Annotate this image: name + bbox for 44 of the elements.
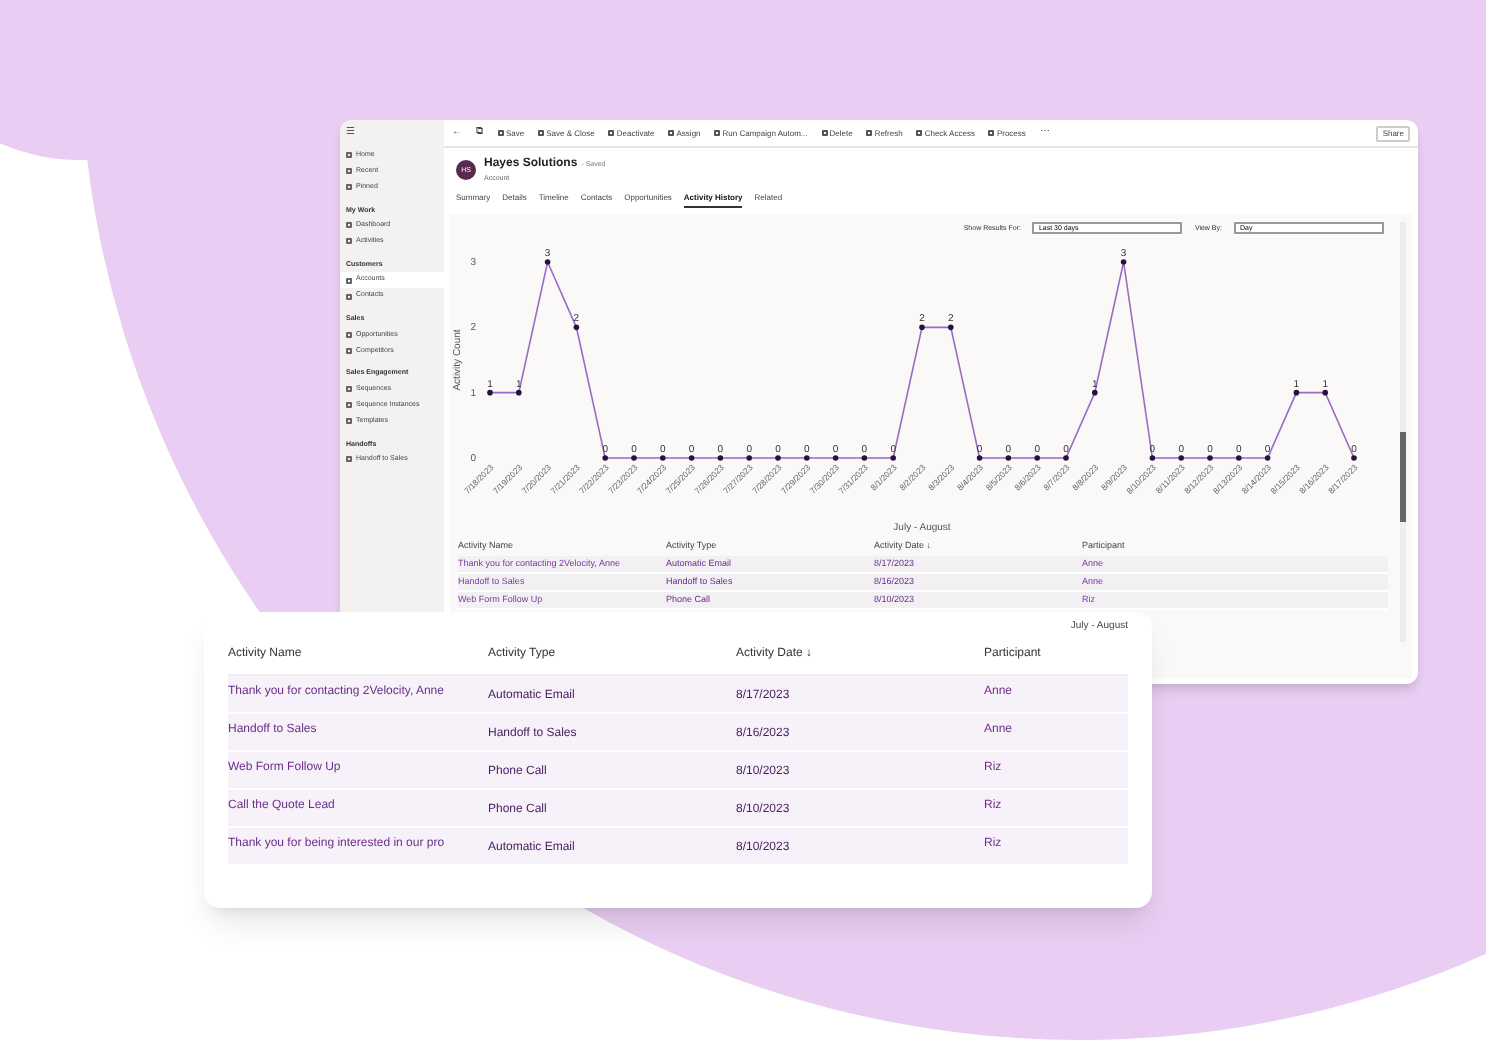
data-point [1322,390,1328,396]
data-point [1236,455,1242,462]
data-point [1351,455,1357,462]
data-point [631,455,637,462]
data-point [660,455,666,462]
data-point [861,455,868,462]
data-point [746,455,752,462]
data-point [775,455,781,462]
data-point [1149,455,1156,462]
item-icon [346,184,352,190]
data-point [804,455,810,462]
item-icon [346,402,352,408]
item-icon [346,456,352,463]
data-point [573,325,580,331]
item-icon [346,238,352,245]
item-icon [346,386,352,392]
data-point [1207,455,1213,462]
data-point [516,390,522,396]
data-point [1005,455,1012,462]
data-point [1034,455,1040,462]
data-point [602,455,608,462]
item-icon [346,222,352,229]
data-point [544,259,551,266]
item-icon [346,347,352,354]
data-point [1120,259,1127,266]
item-icon [346,168,352,174]
item-icon [346,331,352,338]
item-icon [346,152,352,158]
data-point [717,455,724,462]
data-point [487,390,493,396]
data-point [832,455,839,462]
data-point [1264,455,1271,462]
data-point [1293,390,1300,396]
data-point [688,455,695,462]
item-icon [346,418,352,424]
data-point [976,455,983,462]
data-point [948,325,954,331]
item-icon [346,277,352,283]
data-point [919,325,925,331]
data-point [1178,455,1184,462]
data-point [1092,390,1098,396]
item-icon [346,293,352,299]
data-point [890,455,896,462]
data-point [1063,455,1069,462]
